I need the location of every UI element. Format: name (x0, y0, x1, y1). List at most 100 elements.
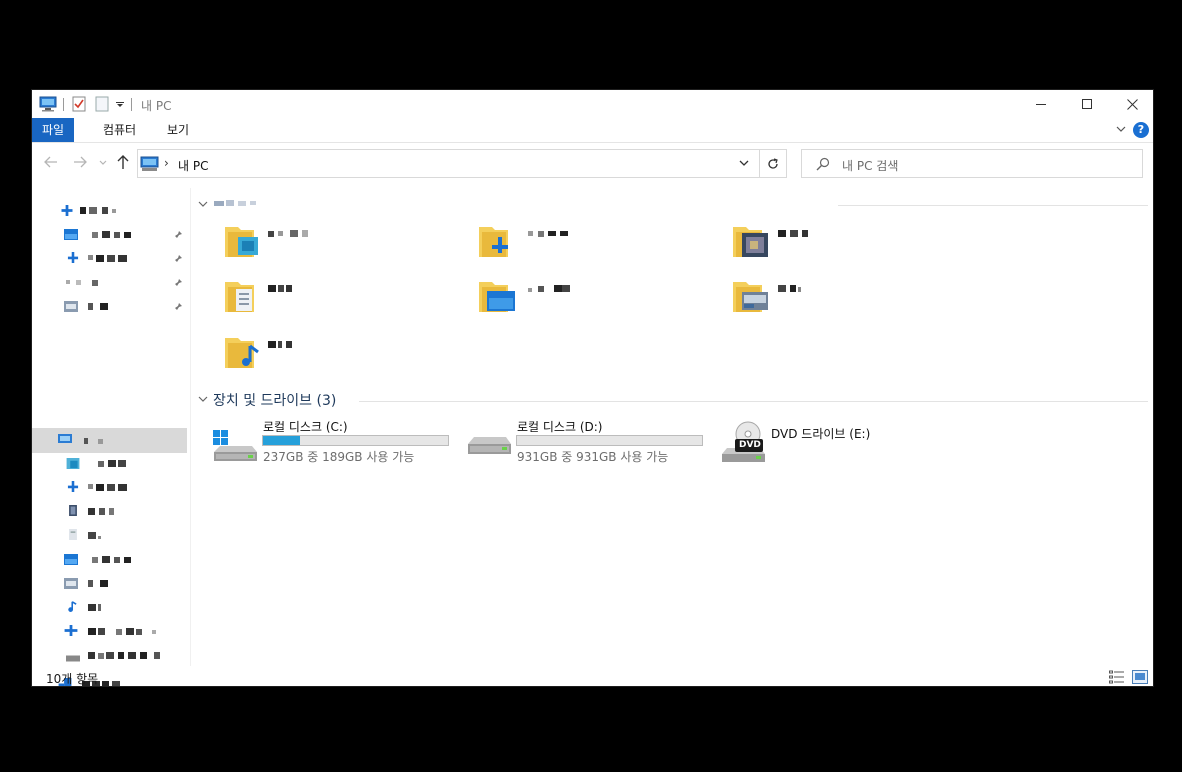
blurred-label (88, 303, 108, 310)
forward-arrow-icon[interactable] (73, 156, 87, 168)
new-folder-icon[interactable] (95, 96, 109, 112)
large-icons-view-icon[interactable] (1132, 670, 1148, 684)
drive-d-usage-bar (516, 435, 703, 446)
blurred-folder-name (268, 230, 308, 237)
drive-d-free-space: 931GB 중 931GB 사용 가능 (517, 450, 669, 464)
this-pc-icon (39, 96, 57, 112)
nav-item-this-pc[interactable] (32, 429, 187, 451)
maximize-icon (1082, 99, 1092, 109)
nav-item-drive[interactable] (32, 621, 187, 643)
navigation-pane (32, 188, 191, 686)
section-chevron-icon[interactable] (198, 201, 208, 209)
folder-music[interactable] (224, 334, 292, 370)
folder-icon (733, 282, 768, 312)
breadcrumb-separator[interactable]: › (164, 156, 169, 170)
download-icon (67, 481, 79, 492)
blurred-section-title (214, 200, 256, 206)
nav-item-music[interactable] (32, 597, 187, 619)
blurred-label (88, 255, 127, 262)
title-bar: 내 PC (32, 90, 1153, 118)
drive-c-usage-bar (262, 435, 449, 446)
pin-icon (175, 279, 182, 286)
nav-item-3d-objects[interactable] (32, 453, 187, 475)
blurred-label (84, 438, 103, 444)
ribbon: 파일 컴퓨터 보기 ? (32, 118, 1153, 143)
blurred-label (88, 484, 127, 491)
nav-item-documents[interactable] (32, 525, 187, 547)
details-view-icon[interactable] (1109, 670, 1125, 684)
expand-ribbon-chevron-icon[interactable] (1115, 123, 1127, 135)
breadcrumb-this-pc[interactable]: 내 PC (178, 157, 208, 174)
back-arrow-icon[interactable] (44, 156, 58, 168)
desktop-icon (64, 554, 78, 565)
maximize-button[interactable] (1064, 90, 1110, 118)
nav-item-downloads[interactable] (32, 477, 187, 499)
address-dropdown-chevron-icon[interactable] (738, 157, 750, 169)
refresh-button[interactable] (760, 149, 787, 178)
search-input[interactable]: 내 PC 검색 (842, 157, 898, 174)
drive-d[interactable]: 로컬 디스크 (D:) 931GB 중 931GB 사용 가능 (466, 418, 706, 468)
nav-item-desktop[interactable] (32, 549, 187, 571)
address-bar[interactable]: › 내 PC (137, 149, 787, 178)
nav-item-videos[interactable] (32, 501, 187, 523)
qa-separator (63, 98, 64, 111)
properties-icon[interactable] (72, 96, 86, 112)
blurred-label (80, 207, 116, 214)
drive-c-usage-fill (263, 436, 300, 445)
tab-computer[interactable]: 컴퓨터 (91, 118, 148, 142)
drive-d-name: 로컬 디스크 (D:) (517, 420, 603, 434)
blurred-label (88, 580, 108, 587)
drive-c[interactable]: 로컬 디스크 (C:) 237GB 중 189GB 사용 가능 (212, 418, 452, 468)
folder-documents[interactable] (224, 278, 292, 314)
pictures-icon (64, 578, 78, 589)
nav-item-quick-access[interactable] (32, 200, 187, 222)
blurred-label (88, 604, 101, 611)
pin-icon (175, 303, 182, 310)
search-icon (816, 157, 830, 171)
blurred-folder-name (268, 285, 292, 292)
blurred-label (92, 231, 131, 238)
folder-desktop[interactable] (478, 278, 570, 314)
section-chevron-icon[interactable] (198, 396, 208, 404)
nav-item-drive[interactable] (32, 645, 187, 667)
drive-c-free-space: 237GB 중 189GB 사용 가능 (263, 450, 415, 464)
tab-file[interactable]: 파일 (32, 118, 74, 142)
blurred-label (88, 628, 156, 635)
music-icon (68, 601, 77, 612)
up-arrow-icon[interactable] (117, 154, 129, 170)
customize-qa-chevron-icon[interactable] (116, 102, 124, 108)
help-button[interactable]: ? (1133, 122, 1149, 138)
folder-pictures[interactable] (732, 278, 801, 314)
blurred-folder-name (778, 230, 808, 237)
blurred-label (88, 532, 101, 539)
nav-item-pictures[interactable] (32, 573, 187, 595)
devices-section-title[interactable]: 장치 및 드라이브 (3) (213, 390, 336, 410)
tab-view[interactable]: 보기 (158, 118, 198, 142)
this-pc-icon (58, 434, 72, 443)
folder-videos[interactable] (732, 223, 808, 259)
search-box[interactable]: 내 PC 검색 (801, 149, 1143, 178)
status-item-count: 10개 항목 (46, 672, 99, 686)
close-button[interactable] (1109, 90, 1153, 118)
section-divider (359, 401, 1148, 402)
close-icon (1126, 98, 1138, 110)
nav-item-pinned[interactable] (32, 248, 187, 270)
folder-downloads[interactable] (478, 223, 568, 259)
nav-item-pinned[interactable] (32, 272, 187, 294)
folder-icon (479, 227, 508, 257)
drive-icon (66, 655, 80, 662)
recent-locations-chevron-icon[interactable] (99, 160, 107, 166)
blurred-folder-name (268, 341, 292, 348)
folder-3d-objects[interactable] (224, 223, 308, 259)
pictures-icon (64, 301, 78, 312)
blurred-label (66, 280, 98, 286)
blurred-folder-name (528, 285, 570, 292)
folder-icon (479, 282, 515, 312)
blurred-label (88, 508, 114, 515)
nav-item-pinned[interactable] (32, 296, 187, 318)
nav-item-pinned[interactable] (32, 224, 187, 246)
document-icon (69, 529, 77, 540)
minimize-button[interactable] (1018, 90, 1064, 118)
drive-e-dvd[interactable]: DVD DVD 드라이브 (E:) (720, 418, 920, 468)
cube-icon (66, 458, 80, 469)
